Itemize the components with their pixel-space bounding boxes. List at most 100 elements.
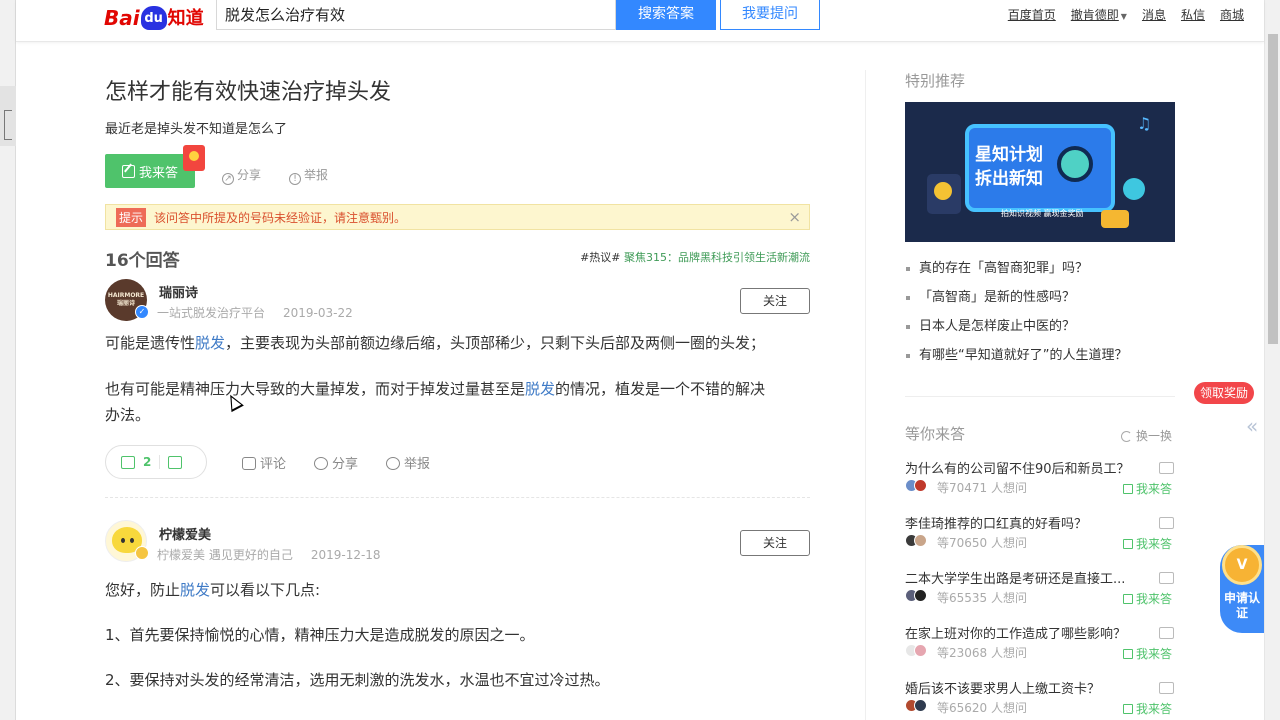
edit-icon [1122,649,1133,659]
question-description: 最近老是掉头发不知道是怎么了 [105,122,288,137]
close-icon[interactable]: × [788,208,801,226]
logo-bai: Bai [104,6,140,30]
list-item[interactable]: 真的存在「高智商犯罪」吗？ [905,258,1127,287]
chevron-down-icon[interactable]: ▼ [1121,12,1127,21]
answer-link[interactable]: 我来答 [1122,535,1172,552]
answers-count: 16个回答 [105,251,180,271]
answer-link[interactable]: 我来答 [1122,480,1172,497]
waiting-question[interactable]: 婚后该不该要求男人上缴工资卡？ [905,678,1155,697]
waiting-count: 等23068 人想问 [937,646,1027,660]
nav-user-menu[interactable]: 撤肯德即 [1071,8,1119,22]
ask-question-button[interactable]: 我要提问 [720,0,820,30]
follow-button[interactable]: 关注 [740,530,810,556]
answerer-name[interactable]: 瑞丽诗 [159,282,198,301]
share-icon: ↗ [222,173,234,185]
list-item[interactable]: 「高智商」是新的性感吗？ [905,287,1127,316]
list-item[interactable]: 日本人是怎样废止中医的？ [905,316,1127,345]
avatar [914,534,927,547]
comment-icon [242,457,256,470]
top-header: Bai du 知道 脱发怎么治疗有效 搜索答案 我要提问 百度首页 撤肯德即 ▼ … [16,0,1264,42]
camera-illustration [927,174,961,214]
window-left-edge [0,0,16,720]
lens-illustration [1057,146,1093,182]
promo-banner[interactable]: ♫ 星知计划 拆出新知 拍知识视频 赢现金奖励 [905,102,1175,242]
answer-date: 2019-03-22 [283,306,353,320]
avatar [914,644,927,657]
music-note-icon: ♫ [1137,114,1152,133]
share-button[interactable]: 分享 [314,453,358,472]
comment-button[interactable]: 评论 [242,453,286,472]
waiting-question[interactable]: 李佳琦推荐的口红真的好看吗？ [905,513,1155,532]
answer-paragraph: 也有可能是精神压力大导致的大量掉发，而对于掉发过量甚至是脱发的情况，植发是一个不… [105,380,766,424]
coin-illustration [1101,210,1129,228]
search-answer-button[interactable]: 搜索答案 [616,0,716,30]
waiting-question[interactable]: 为什么有的公司留不住90后和新员工？ [905,458,1155,477]
answerer-name[interactable]: 柠檬爱美 [159,524,211,543]
refresh-button[interactable]: 换一换 [1121,427,1172,444]
left-edge-bracket [4,110,12,140]
waiting-answers-title: 等你来答 [905,425,966,443]
nav-private-messages[interactable]: 私信 [1181,6,1205,23]
question-report[interactable]: ! 举报 [289,166,328,185]
answer-link[interactable]: 我来答 [1122,700,1172,717]
question-title: 怎样才能有效快速治疗掉头发 [105,80,392,105]
question-share[interactable]: ↗ 分享 [222,166,261,185]
certification-label: 申请认证 [1224,591,1261,620]
banner-line1: 星知计划 [975,145,1043,165]
scrollbar-thumb[interactable] [1268,34,1278,344]
keyword-link[interactable]: 脱发 [180,581,210,599]
apply-certification-button[interactable]: V 申请认证 [1220,545,1264,633]
collapse-chevron-icon[interactable]: « [1246,414,1258,438]
follow-button[interactable]: 关注 [740,288,810,314]
answer-button[interactable]: 我来答 [105,154,195,188]
report-button[interactable]: 举报 [386,453,430,472]
warning-tip-bar: 提示 该问答中所提及的号码未经验证，请注意甄别。 × [105,204,810,230]
thumb-up-icon[interactable] [121,455,135,469]
answer-paragraph: 可能是遗传性脱发，主要表现为头部前额边缘后缩，头顶部稀少，只剩下头后部及两侧一圈… [105,334,766,352]
hot-topic-tag: #热议# [580,251,621,264]
edit-icon [1122,484,1133,494]
verified-badge-icon: ✓ [135,305,149,319]
claim-reward-button[interactable]: 领取奖励 [1194,382,1254,404]
nav-baidu-home[interactable]: 百度首页 [1008,6,1056,23]
medal-icon: V [1222,545,1262,585]
nav-messages[interactable]: 消息 [1142,6,1166,23]
baidu-zhidao-logo[interactable]: Bai du 知道 [104,0,204,30]
avatar [914,589,927,602]
red-packet-icon[interactable] [183,145,205,171]
share-icon [314,457,329,470]
thumb-down-icon[interactable] [168,455,183,469]
page-scrollbar[interactable] [1264,0,1280,720]
image-icon [1159,517,1174,529]
nav-mall[interactable]: 商城 [1220,6,1244,23]
recommend-list: 真的存在「高智商犯罪」吗？ 「高智商」是新的性感吗？ 日本人是怎样废止中医的？ … [905,258,1127,374]
list-item: 李佳琦推荐的口红真的好看吗？ 等70650 人想问 我来答 [905,513,1175,568]
image-icon [1159,462,1174,474]
edit-icon [121,164,135,178]
hot-topic-link[interactable]: 聚焦315：品牌黑科技引领生活新潮流 [624,251,810,264]
answer-button-label: 我来答 [138,165,178,181]
waiting-question[interactable]: 在家上班对你的工作造成了哪些影响？ [905,623,1155,642]
answer-paragraph: 1、首先要保持愉悦的心情，精神压力大是造成脱发的原因之一。 [105,626,535,644]
keyword-link[interactable]: 脱发 [525,380,555,398]
top-nav: 百度首页 撤肯德即 ▼ 消息 私信 商城 [1008,6,1244,23]
answer-link[interactable]: 我来答 [1122,645,1172,662]
logo-du-paw: du [140,6,167,30]
waiting-question[interactable]: 二本大学学生出路是考研还是直接工... [905,568,1155,587]
edit-icon [1122,594,1133,604]
answer-divider [105,497,810,498]
tip-text: 该问答中所提及的号码未经验证，请注意甄别。 [154,210,407,225]
list-item: 为什么有的公司留不住90后和新员工？ 等70471 人想问 我来答 [905,458,1175,513]
search-input[interactable]: 脱发怎么治疗有效 [216,0,616,30]
answer-link[interactable]: 我来答 [1122,590,1172,607]
keyword-link[interactable]: 脱发 [195,334,225,352]
hot-topic[interactable]: #热议# 聚焦315：品牌黑科技引领生活新潮流 [580,249,810,265]
image-icon [1159,627,1174,639]
list-item[interactable]: 有哪些“早知道就好了”的人生道理？ [905,345,1127,374]
waiting-count: 等65620 人想问 [937,701,1027,715]
verified-badge-icon [135,546,149,560]
waiting-count: 等70650 人想问 [937,536,1027,550]
vote-divider [159,455,161,469]
edit-icon [1122,539,1133,549]
banner-line3: 拍知识视频 赢现金奖励 [1001,209,1084,218]
